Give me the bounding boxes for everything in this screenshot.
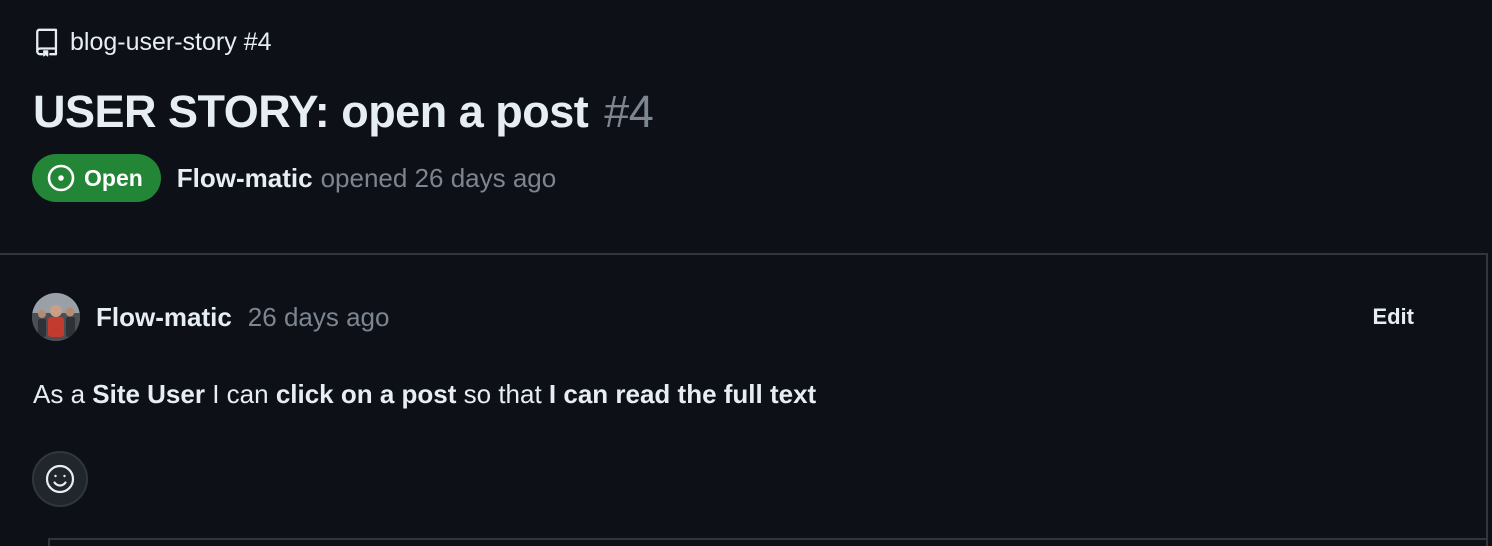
issue-title-row: USER STORY: open a post #4 — [33, 84, 654, 140]
body-text-2: I can — [204, 379, 276, 409]
repo-icon — [34, 27, 60, 57]
status-label: Open — [84, 164, 143, 191]
edit-button[interactable]: Edit — [1372, 299, 1414, 335]
issue-opened-icon — [46, 163, 76, 193]
comment-author-link[interactable]: Flow-matic — [96, 302, 232, 333]
issue-title: USER STORY: open a post — [33, 86, 589, 137]
issue-number: #4 — [604, 86, 654, 137]
comment-header: Flow-matic 26 days ago Edit — [32, 291, 1452, 343]
body-text-3: so that — [456, 379, 549, 409]
timeline-divider — [48, 538, 1488, 540]
status-badge: Open — [32, 154, 161, 202]
repo-breadcrumb[interactable]: blog-user-story #4 — [34, 26, 272, 58]
repo-name[interactable]: blog-user-story — [70, 28, 237, 57]
issue-author-link[interactable]: Flow-matic — [177, 163, 313, 193]
avatar[interactable] — [32, 293, 80, 341]
issue-opened-by: Flow-matic opened 26 days ago — [177, 163, 556, 194]
issue-opened-text: opened 26 days ago — [320, 162, 557, 193]
timeline-connector — [48, 538, 50, 546]
body-strong-3: I can read the full text — [548, 379, 817, 409]
body-strong-2: click on a post — [275, 379, 457, 409]
comment-timestamp[interactable]: 26 days ago — [248, 302, 390, 333]
issue-page: blog-user-story #4 USER STORY: open a po… — [0, 0, 1492, 546]
smiley-icon — [44, 463, 76, 495]
add-reaction-button[interactable] — [32, 451, 88, 507]
issue-comment: Flow-matic 26 days ago Edit As a Site Us… — [0, 253, 1488, 546]
comment-body: As a Site User I can click on a post so … — [33, 379, 816, 410]
repo-issue-ref: #4 — [243, 27, 272, 56]
body-strong-1: Site User — [92, 379, 205, 409]
body-text-1: As a — [33, 379, 93, 409]
issue-meta: Open Flow-matic opened 26 days ago — [32, 154, 556, 202]
